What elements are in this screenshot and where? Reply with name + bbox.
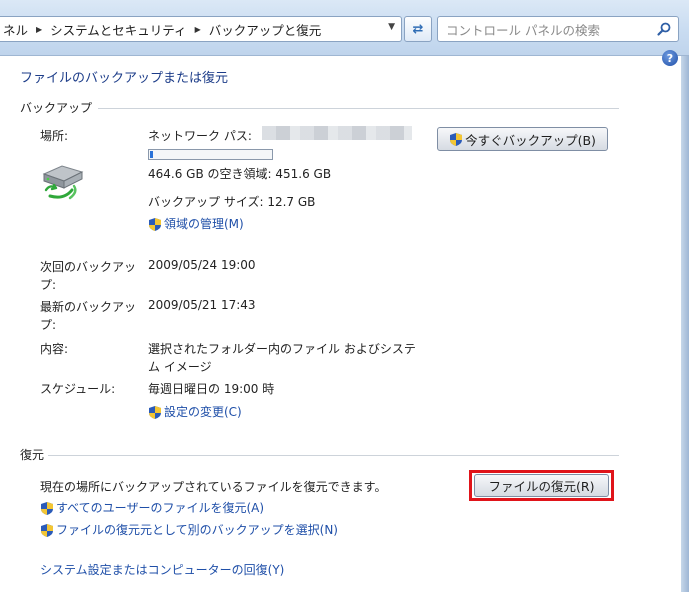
backup-now-label: 今すぐバックアップ(B) xyxy=(465,132,596,148)
free-space-text: 464.6 GB の空き領域: 451.6 GB xyxy=(148,167,332,181)
backup-drive-icon xyxy=(42,165,84,200)
uac-shield-icon xyxy=(41,524,53,537)
backup-section-heading: バックアップ xyxy=(20,101,93,115)
restore-description: 現在の場所にバックアップされているファイルを復元できます。 xyxy=(40,480,387,494)
uac-shield-icon xyxy=(149,406,161,419)
uac-shield-icon xyxy=(450,132,463,146)
restore-files-label: ファイルの復元(R) xyxy=(488,479,595,494)
breadcrumb-control-panel[interactable]: ネル xyxy=(0,20,31,39)
next-backup-label: 次回のバックアッ xyxy=(40,260,137,274)
address-dropdown-icon[interactable]: ▼ xyxy=(388,22,395,32)
restore-section-heading: 復元 xyxy=(20,448,45,462)
breadcrumb-arrow-icon[interactable]: ▶ xyxy=(31,25,47,34)
contents-label: 内容: xyxy=(40,342,69,356)
network-path-redacted xyxy=(262,126,412,140)
schedule-value: 毎週日曜日の 19:00 時 xyxy=(148,382,275,396)
divider xyxy=(98,108,619,109)
restore-all-users-link[interactable]: すべてのユーザーのファイルを復元(A) xyxy=(40,499,264,516)
restore-files-button[interactable]: ファイルの復元(R) xyxy=(474,474,609,497)
manage-space-link[interactable]: 領域の管理(M) xyxy=(148,215,244,232)
backup-now-button[interactable]: 今すぐバックアップ(B) xyxy=(437,127,608,151)
page-title: ファイルのバックアップまたは復元 xyxy=(20,71,229,86)
last-backup-value: 2009/05/21 17:43 xyxy=(148,298,256,312)
breadcrumb-arrow-icon[interactable]: ▶ xyxy=(190,25,206,34)
recover-system-link[interactable]: システム設定またはコンピューターの回復(Y) xyxy=(40,561,284,578)
search-placeholder: コントロール パネルの検索 xyxy=(446,22,600,38)
refresh-button[interactable]: ⇄ xyxy=(404,16,432,42)
next-backup-label-cont: プ: xyxy=(40,278,57,292)
breadcrumb-system-security[interactable]: システムとセキュリティ xyxy=(47,20,189,39)
search-icon[interactable] xyxy=(656,21,672,37)
restore-all-users-label[interactable]: すべてのユーザーのファイルを復元(A) xyxy=(56,501,264,515)
disk-usage-fill xyxy=(150,151,153,158)
uac-shield-icon xyxy=(149,218,161,231)
last-backup-label-cont: プ: xyxy=(40,318,57,332)
help-icon[interactable]: ? xyxy=(662,50,678,66)
change-settings-link[interactable]: 設定の変更(C) xyxy=(148,403,242,420)
breadcrumb-backup-restore[interactable]: バックアップと復元 xyxy=(206,20,325,39)
backup-size-text: バックアップ サイズ: 12.7 GB xyxy=(148,195,316,209)
disk-usage-bar xyxy=(148,149,273,160)
search-input[interactable]: コントロール パネルの検索 xyxy=(437,16,679,42)
window-border xyxy=(681,56,689,592)
manage-space-label[interactable]: 領域の管理(M) xyxy=(164,217,244,231)
location-value: ネットワーク パス: xyxy=(148,129,252,143)
contents-value-cont: ム イメージ xyxy=(148,360,212,374)
schedule-label: スケジュール: xyxy=(40,382,116,396)
change-settings-label[interactable]: 設定の変更(C) xyxy=(164,405,242,419)
select-other-backup-label[interactable]: ファイルの復元元として別のバックアップを選択(N) xyxy=(56,523,338,537)
last-backup-label: 最新のバックアッ xyxy=(40,300,137,314)
divider xyxy=(48,455,619,456)
next-backup-value: 2009/05/24 19:00 xyxy=(148,258,256,272)
location-label: 場所: xyxy=(40,129,69,143)
contents-value: 選択されたフォルダー内のファイル およびシステ xyxy=(148,342,416,356)
select-other-backup-link[interactable]: ファイルの復元元として別のバックアップを選択(N) xyxy=(40,521,338,538)
refresh-icon: ⇄ xyxy=(412,21,424,37)
navigation-bar: ネル ▶ システムとセキュリティ ▶ バックアップと復元 ▼ ⇄ コントロール … xyxy=(0,0,689,56)
address-bar[interactable]: ネル ▶ システムとセキュリティ ▶ バックアップと復元 ▼ xyxy=(0,16,402,42)
uac-shield-icon xyxy=(41,502,53,515)
